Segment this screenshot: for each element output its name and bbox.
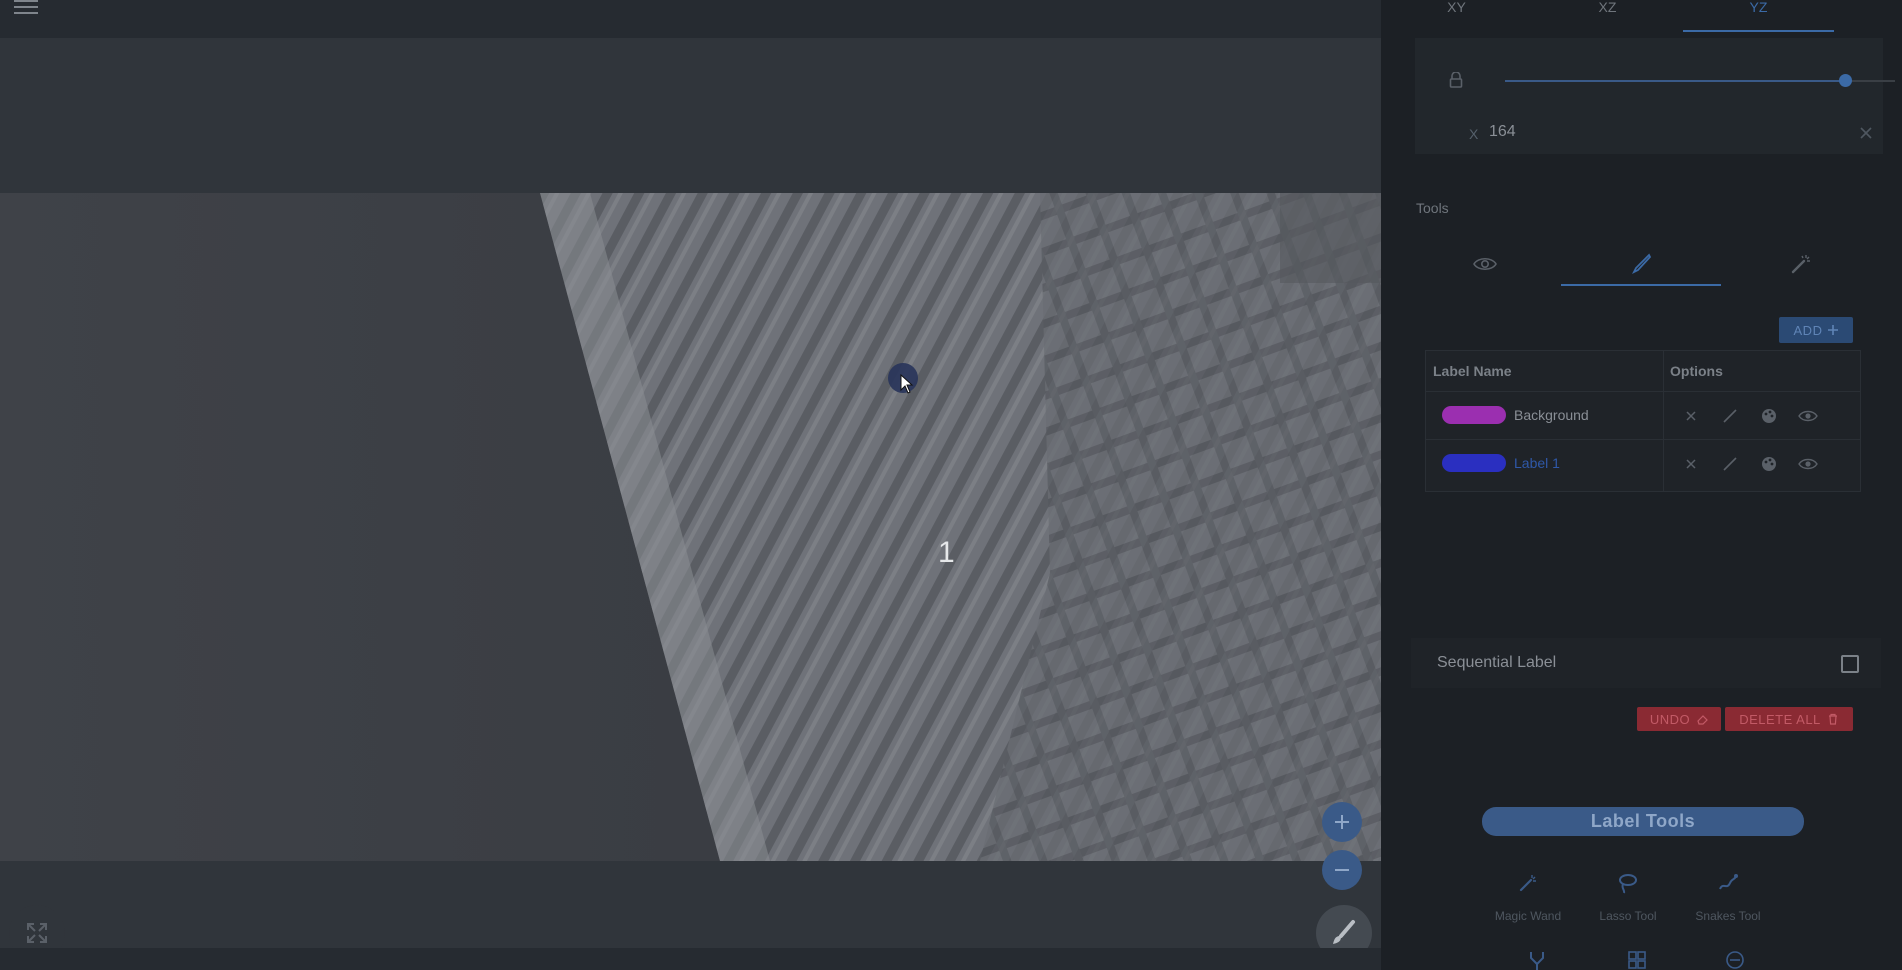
label-row-background[interactable]: Background <box>1426 391 1860 440</box>
brush-icon <box>1333 920 1355 944</box>
view-tabs: XY XZ YZ <box>1381 0 1902 32</box>
label-table: Label Name Options Background Label 1 <box>1425 350 1861 492</box>
label-color-swatch[interactable] <box>1442 406 1506 424</box>
eye-icon[interactable] <box>1798 454 1818 474</box>
magic-wand-label: Magic Wand <box>1494 909 1562 923</box>
slice-image[interactable] <box>0 193 1381 861</box>
minus-icon <box>1335 869 1349 871</box>
delete-all-text: DELETE ALL <box>1739 711 1821 727</box>
undo-text: UNDO <box>1649 711 1691 727</box>
label-name[interactable]: Background <box>1514 407 1589 423</box>
minus-circle-icon[interactable] <box>1725 950 1745 970</box>
slice-slider-thumb[interactable] <box>1839 74 1852 87</box>
delete-all-button[interactable]: DELETE ALL <box>1725 707 1853 731</box>
lock-icon[interactable] <box>1449 72 1463 88</box>
branch-icon[interactable] <box>1527 950 1547 970</box>
tool-tab-view[interactable] <box>1405 244 1565 284</box>
magic-wand-icon <box>1791 255 1810 274</box>
slice-control-card: X 164 <box>1415 38 1895 154</box>
sequential-label-text: Sequential Label <box>1437 654 1557 671</box>
close-icon[interactable] <box>1681 454 1701 474</box>
undo-button[interactable]: UNDO <box>1637 707 1721 731</box>
column-header-label-name: Label Name <box>1433 363 1512 379</box>
magic-wand-icon <box>1519 875 1536 892</box>
snakes-tool[interactable]: Snakes Tool <box>1673 872 1783 923</box>
tools-title: Tools <box>1416 200 1449 216</box>
tab-xy[interactable]: XY <box>1381 0 1532 30</box>
palette-icon[interactable] <box>1759 406 1779 426</box>
label-name[interactable]: Label 1 <box>1514 455 1560 471</box>
slice-slider-rest <box>1845 80 1895 82</box>
eye-icon[interactable] <box>1798 406 1818 426</box>
image-viewer: 1 <box>0 0 1381 970</box>
menu-button[interactable] <box>14 0 38 14</box>
close-icon[interactable] <box>1859 126 1873 140</box>
plus-icon <box>1828 325 1839 335</box>
tab-yz[interactable]: YZ <box>1683 0 1834 32</box>
sequential-label-card: Sequential Label <box>1411 638 1881 688</box>
sequential-label-checkbox[interactable] <box>1841 655 1859 673</box>
lasso-label: Lasso Tool <box>1599 909 1657 923</box>
snakes-icon <box>1719 874 1738 890</box>
mouse-pointer-icon <box>900 374 914 394</box>
snakes-label: Snakes Tool <box>1695 909 1761 923</box>
plus-icon <box>1335 815 1349 829</box>
label-row-label-1[interactable]: Label 1 <box>1426 439 1860 488</box>
column-header-options: Options <box>1670 363 1723 379</box>
magic-wand-tool[interactable]: Magic Wand <box>1473 872 1583 923</box>
grid-icon[interactable] <box>1627 950 1647 970</box>
right-panel: XY XZ YZ X 164 Tools ADD Label Name Opti… <box>1381 0 1902 970</box>
slice-slider-track[interactable] <box>1505 80 1845 82</box>
viewer-top-bar <box>0 0 1381 38</box>
trash-icon <box>1828 713 1837 725</box>
tab-xz[interactable]: XZ <box>1532 0 1683 30</box>
pencil-icon[interactable] <box>1720 406 1740 426</box>
label-number-marker: 1 <box>938 536 955 569</box>
viewer-bottom-bar <box>0 948 1381 970</box>
close-icon[interactable] <box>1681 406 1701 426</box>
lasso-icon <box>1619 874 1637 894</box>
eraser-icon <box>1697 715 1708 725</box>
eye-icon <box>1473 257 1497 271</box>
add-label-text: ADD <box>1793 322 1823 338</box>
lasso-tool[interactable]: Lasso Tool <box>1573 872 1683 923</box>
tool-tab-draw[interactable] <box>1561 244 1721 286</box>
canvas-area[interactable]: 1 <box>0 38 1381 948</box>
tool-tab-magic[interactable] <box>1721 244 1881 284</box>
slice-value-input[interactable]: 164 <box>1489 123 1516 141</box>
add-label-button[interactable]: ADD <box>1779 317 1853 343</box>
pencil-icon[interactable] <box>1720 454 1740 474</box>
brush-icon <box>1631 253 1652 275</box>
label-tools-header[interactable]: Label Tools <box>1482 807 1804 836</box>
label-color-swatch[interactable] <box>1442 454 1506 472</box>
palette-icon[interactable] <box>1759 454 1779 474</box>
zoom-in-button[interactable] <box>1322 802 1362 842</box>
fullscreen-icon <box>27 923 47 943</box>
slice-axis-prefix: X <box>1469 126 1479 142</box>
zoom-out-button[interactable] <box>1322 850 1362 890</box>
